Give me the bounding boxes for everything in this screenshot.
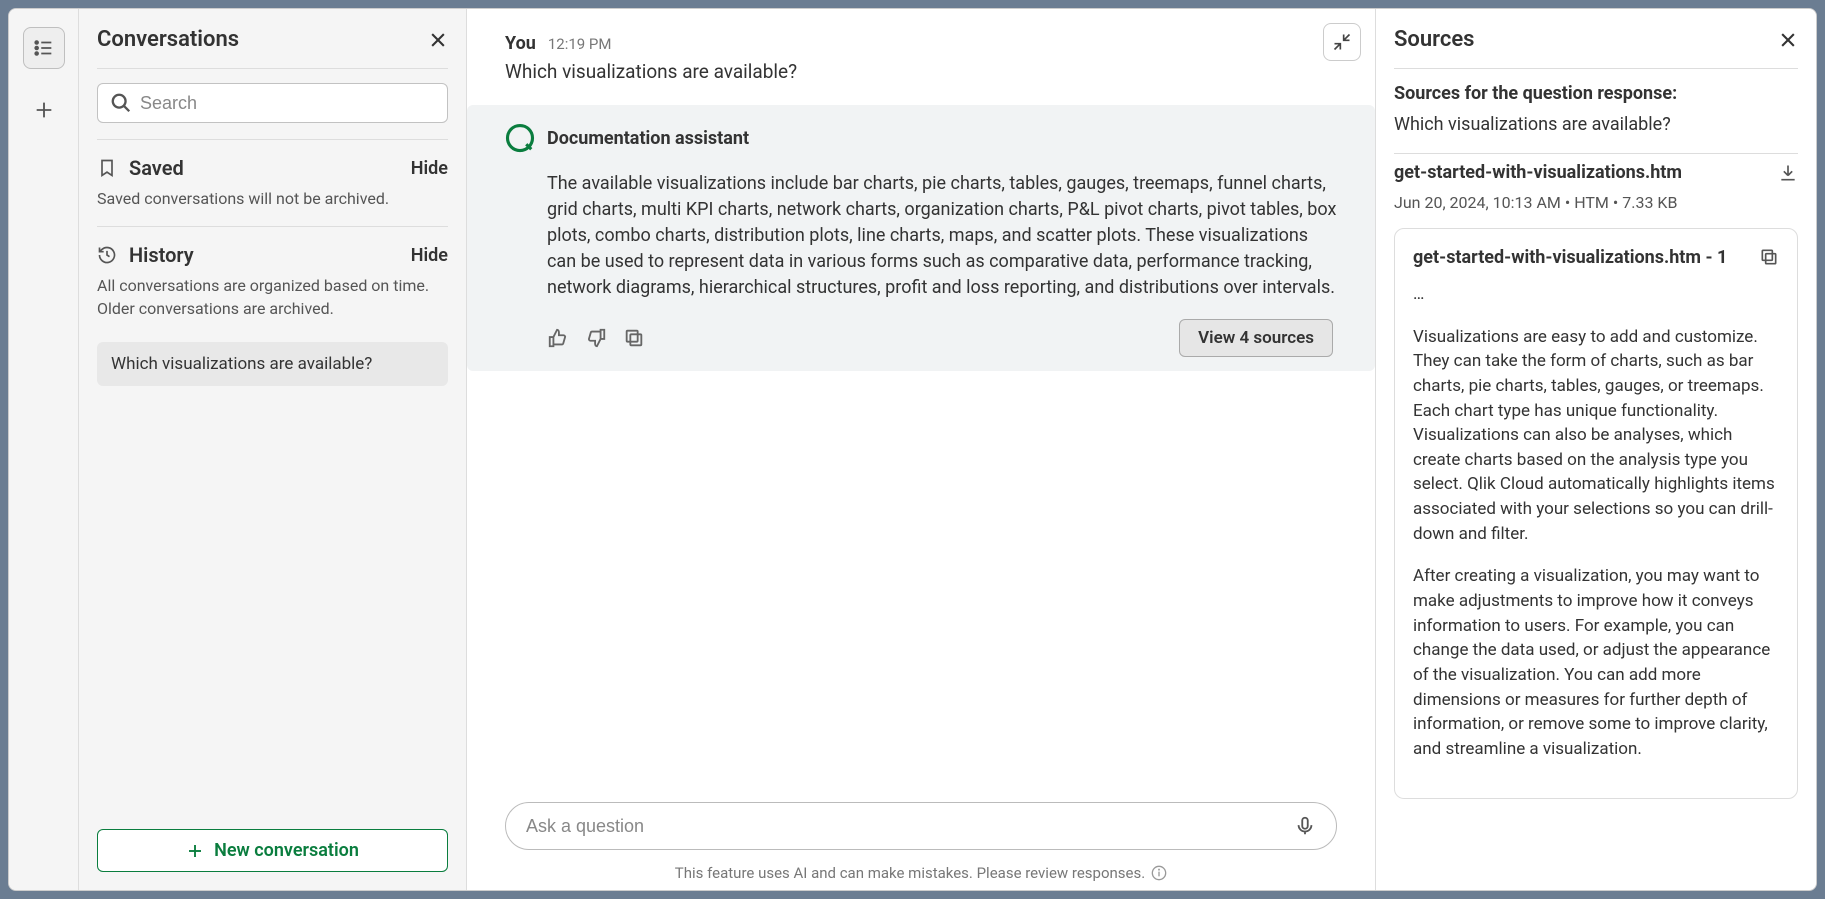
close-conversations-button[interactable]	[428, 30, 448, 50]
user-timestamp: 12:19 PM	[548, 35, 612, 53]
copy-icon	[623, 327, 645, 349]
history-description: All conversations are organized based on…	[97, 275, 448, 336]
assistant-actions: View 4 sources	[547, 319, 1333, 357]
history-hide-toggle[interactable]: Hide	[411, 245, 448, 266]
sources-for-label: Sources for the question response:	[1394, 83, 1798, 104]
divider	[1394, 68, 1798, 69]
bookmark-icon	[97, 158, 117, 178]
source-file-name: get-started-with-visualizations.htm	[1394, 162, 1682, 183]
list-icon	[33, 37, 55, 59]
source-excerpt-p1: Visualizations are easy to add and custo…	[1413, 325, 1779, 547]
source-excerpt-body: … Visualizations are easy to add and cus…	[1413, 282, 1779, 762]
mic-button[interactable]	[1294, 815, 1316, 837]
sources-panel[interactable]: Sources Sources for the question respons…	[1376, 9, 1816, 890]
new-button[interactable]	[23, 89, 65, 131]
saved-hide-toggle[interactable]: Hide	[411, 158, 448, 179]
conversations-title: Conversations	[97, 27, 239, 52]
sources-header: Sources	[1394, 27, 1798, 68]
user-message-text: Which visualizations are available?	[505, 60, 1337, 83]
user-message: You 12:19 PM Which visualizations are av…	[505, 33, 1337, 83]
new-conversation-label: New conversation	[214, 840, 359, 861]
sources-title: Sources	[1394, 27, 1475, 52]
thumbs-up-icon	[547, 327, 569, 349]
close-sources-button[interactable]	[1778, 30, 1798, 50]
search-wrap	[97, 69, 448, 139]
source-file-row: get-started-with-visualizations.htm	[1394, 162, 1798, 183]
ask-box[interactable]	[505, 802, 1337, 850]
thumbs-up-button[interactable]	[547, 327, 569, 349]
assistant-avatar-icon	[505, 123, 535, 153]
app-frame: Conversations Saved	[8, 8, 1817, 891]
info-icon	[1151, 865, 1167, 881]
plus-icon	[186, 842, 204, 860]
conversations-header: Conversations	[97, 27, 448, 68]
search-input[interactable]	[140, 93, 435, 114]
plus-icon	[33, 99, 55, 121]
sources-question: Which visualizations are available?	[1394, 114, 1798, 135]
history-section-header: History Hide	[97, 227, 448, 275]
source-excerpt-p2: After creating a visualization, you may …	[1413, 564, 1779, 761]
divider	[1394, 153, 1798, 154]
assistant-message: Documentation assistant The available vi…	[467, 105, 1375, 371]
copy-button[interactable]	[623, 327, 645, 349]
open-source-button[interactable]	[1759, 247, 1779, 267]
history-icon	[97, 245, 117, 265]
input-area	[467, 802, 1375, 858]
history-item[interactable]: Which visualizations are available?	[97, 342, 448, 386]
saved-section-header: Saved Hide	[97, 140, 448, 188]
open-external-icon	[1759, 247, 1779, 267]
search-box[interactable]	[97, 83, 448, 123]
collapse-icon	[1332, 32, 1352, 52]
saved-label: Saved	[129, 156, 184, 180]
user-name: You	[505, 33, 536, 54]
conversations-panel: Conversations Saved	[79, 9, 467, 890]
mic-icon	[1294, 815, 1316, 837]
ask-input[interactable]	[526, 816, 1294, 837]
saved-description: Saved conversations will not be archived…	[97, 188, 448, 226]
download-source-button[interactable]	[1778, 163, 1798, 183]
collapse-sources-button[interactable]	[1323, 23, 1361, 61]
nav-rail	[9, 9, 79, 890]
download-icon	[1778, 163, 1798, 183]
source-excerpt-title: get-started-with-visualizations.htm - 1	[1413, 247, 1727, 268]
assistant-response-text: The available visualizations include bar…	[547, 171, 1337, 301]
source-file-meta: Jun 20, 2024, 10:13 AM • HTM • 7.33 KB	[1394, 193, 1798, 212]
conversations-panel-toggle[interactable]	[23, 27, 65, 69]
close-icon	[428, 30, 448, 50]
close-icon	[1778, 30, 1798, 50]
chat-panel: You 12:19 PM Which visualizations are av…	[467, 9, 1376, 890]
history-label: History	[129, 243, 194, 267]
new-conversation-button[interactable]: New conversation	[97, 829, 448, 872]
thumbs-down-button[interactable]	[585, 327, 607, 349]
source-ellipsis: …	[1413, 282, 1779, 307]
thumbs-down-icon	[585, 327, 607, 349]
ai-disclaimer: This feature uses AI and can make mistak…	[467, 858, 1375, 890]
assistant-name: Documentation assistant	[547, 128, 749, 149]
search-icon	[110, 92, 132, 114]
source-excerpt-card: get-started-with-visualizations.htm - 1 …	[1394, 228, 1798, 799]
view-sources-button[interactable]: View 4 sources	[1179, 319, 1333, 357]
chat-scroll: You 12:19 PM Which visualizations are av…	[467, 9, 1375, 802]
